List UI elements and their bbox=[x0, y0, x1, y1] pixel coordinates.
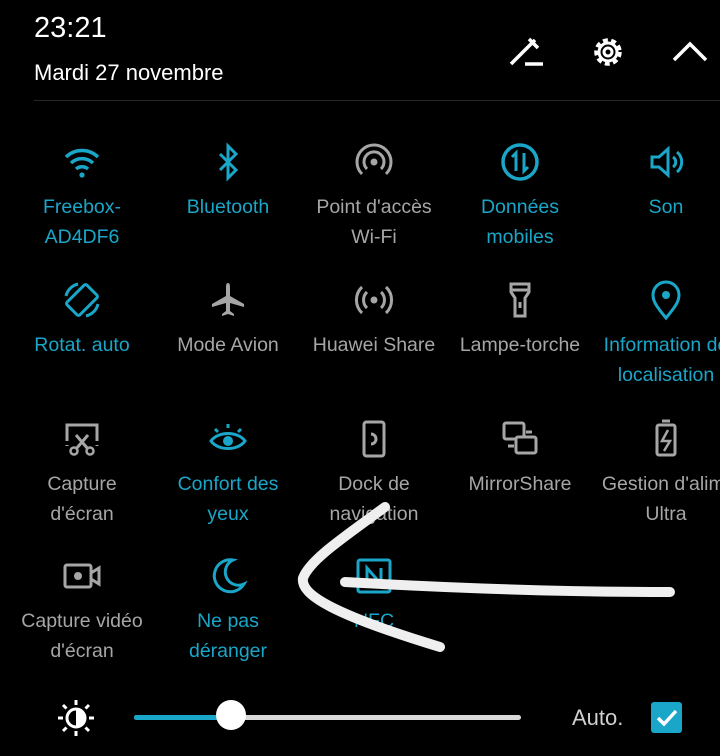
tile-label: Freebox- AD4DF6 bbox=[42, 196, 122, 248]
tile-location[interactable]: Information de localisation bbox=[593, 278, 720, 390]
tile-label: Point d'accès Wi-Fi bbox=[316, 196, 432, 248]
tile-huawei-share[interactable]: Huawei Share bbox=[301, 278, 447, 360]
mobile-data-icon bbox=[498, 140, 542, 184]
mirrorshare-icon bbox=[498, 417, 542, 461]
tile-label: Mode Avion bbox=[177, 334, 279, 356]
tile-label: Capture vidéo d'écran bbox=[21, 610, 143, 662]
nfc-icon bbox=[352, 554, 396, 598]
tile-speaker[interactable]: Son bbox=[593, 140, 720, 222]
tile-nav-dock[interactable]: Dock de navigation bbox=[301, 417, 447, 529]
brightness-slider[interactable] bbox=[134, 715, 521, 720]
tile-auto-rotate[interactable]: Rotat. auto bbox=[9, 278, 155, 360]
tile-label: Lampe-torche bbox=[459, 334, 581, 356]
airplane-icon bbox=[206, 278, 250, 322]
chevron-up-icon[interactable] bbox=[668, 30, 712, 74]
brightness-icon bbox=[54, 696, 98, 740]
screenshot-icon bbox=[60, 417, 104, 461]
tile-mobile-data[interactable]: Données mobiles bbox=[447, 140, 593, 252]
brightness-slider-knob[interactable] bbox=[215, 700, 246, 730]
hotspot-icon bbox=[352, 140, 396, 184]
huawei-share-icon bbox=[352, 278, 396, 322]
screen-record-icon bbox=[60, 554, 104, 598]
tile-hotspot[interactable]: Point d'accès Wi-Fi bbox=[301, 140, 447, 252]
header-divider bbox=[34, 100, 720, 101]
tile-airplane[interactable]: Mode Avion bbox=[155, 278, 301, 360]
wifi-icon bbox=[60, 140, 104, 184]
pencil-icon[interactable] bbox=[503, 30, 547, 74]
moon-icon bbox=[206, 554, 250, 598]
tile-label: Rotat. auto bbox=[34, 334, 130, 356]
auto-brightness-checkbox[interactable] bbox=[651, 702, 682, 733]
tile-label: Gestion d'alim. Ultra bbox=[601, 473, 720, 525]
gear-icon[interactable] bbox=[586, 30, 630, 74]
tile-label: Son bbox=[648, 196, 684, 218]
auto-brightness-label: Auto. bbox=[572, 705, 624, 730]
location-icon bbox=[644, 278, 688, 322]
tile-label: NFC bbox=[353, 610, 395, 632]
status-date: Mardi 27 novembre bbox=[34, 60, 224, 85]
tile-label: Bluetooth bbox=[186, 196, 270, 218]
flashlight-icon bbox=[498, 278, 542, 322]
tile-eye[interactable]: Confort des yeux bbox=[155, 417, 301, 529]
tile-bluetooth[interactable]: Bluetooth bbox=[155, 140, 301, 222]
tile-label: Huawei Share bbox=[312, 334, 436, 356]
auto-rotate-icon bbox=[60, 278, 104, 322]
tile-label: Dock de navigation bbox=[329, 473, 419, 525]
tile-label: Données mobiles bbox=[480, 196, 560, 248]
speaker-icon bbox=[644, 140, 688, 184]
nav-dock-icon bbox=[352, 417, 396, 461]
tile-screen-record[interactable]: Capture vidéo d'écran bbox=[9, 554, 155, 666]
status-time: 23:21 bbox=[34, 12, 107, 44]
tile-flashlight[interactable]: Lampe-torche bbox=[447, 278, 593, 360]
tile-label: Confort des yeux bbox=[177, 473, 279, 525]
tile-battery[interactable]: Gestion d'alim. Ultra bbox=[593, 417, 720, 529]
eye-icon bbox=[206, 417, 250, 461]
tile-nfc[interactable]: NFC bbox=[301, 554, 447, 636]
tile-label: Ne pas déranger bbox=[188, 610, 268, 662]
battery-icon bbox=[644, 417, 688, 461]
tile-label: Capture d'écran bbox=[47, 473, 117, 525]
tile-label: MirrorShare bbox=[468, 473, 572, 495]
tile-wifi[interactable]: Freebox- AD4DF6 bbox=[9, 140, 155, 252]
tile-mirrorshare[interactable]: MirrorShare bbox=[447, 417, 593, 499]
bluetooth-icon bbox=[206, 140, 250, 184]
tile-label: Information de localisation bbox=[603, 334, 720, 386]
tile-screenshot[interactable]: Capture d'écran bbox=[9, 417, 155, 529]
tile-moon[interactable]: Ne pas déranger bbox=[155, 554, 301, 666]
